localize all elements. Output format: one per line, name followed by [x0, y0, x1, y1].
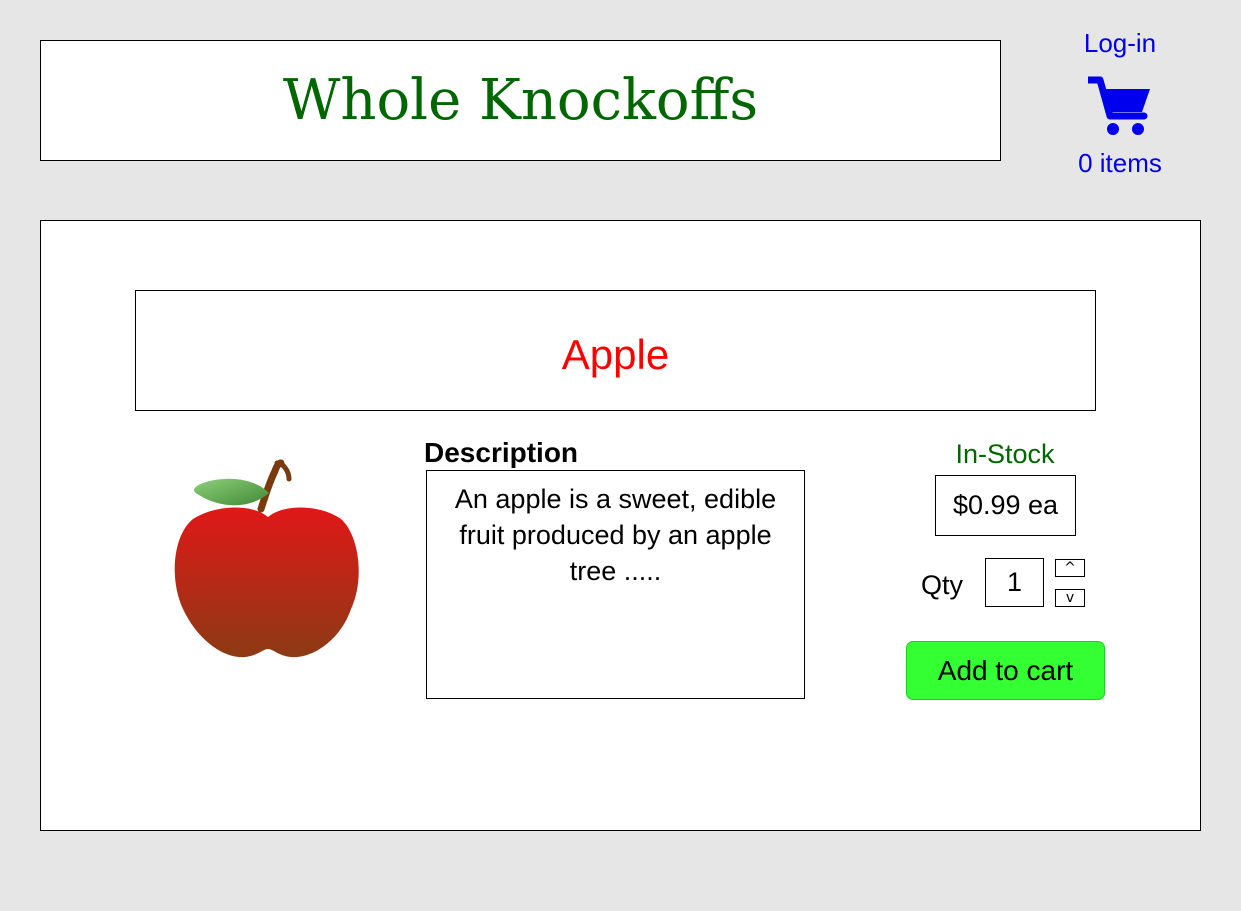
product-panel: Apple Description An apple is a sweet, e… [40, 220, 1201, 831]
add-to-cart-button[interactable]: Add to cart [906, 641, 1105, 700]
store-title: Whole Knockoffs [282, 67, 759, 133]
description-text: An apple is a sweet, edible fruit produc… [426, 470, 805, 699]
qty-increment-button[interactable]: ^ [1055, 559, 1085, 577]
cart-item-count[interactable]: 0 items [1040, 148, 1200, 179]
qty-label: Qty [921, 570, 964, 600]
store-header: Whole Knockoffs [40, 40, 1001, 161]
price: $0.99 ea [935, 475, 1076, 536]
apple-icon [174, 459, 359, 658]
product-title-box: Apple [135, 290, 1096, 411]
login-link[interactable]: Log-in [1040, 28, 1200, 59]
description-heading: Description [424, 437, 579, 468]
shopping-cart-icon[interactable] [1088, 76, 1152, 138]
stock-status: In-Stock [955, 439, 1055, 469]
quantity-input[interactable] [985, 558, 1044, 607]
product-name: Apple [561, 330, 670, 378]
qty-decrement-button[interactable]: v [1055, 589, 1085, 607]
